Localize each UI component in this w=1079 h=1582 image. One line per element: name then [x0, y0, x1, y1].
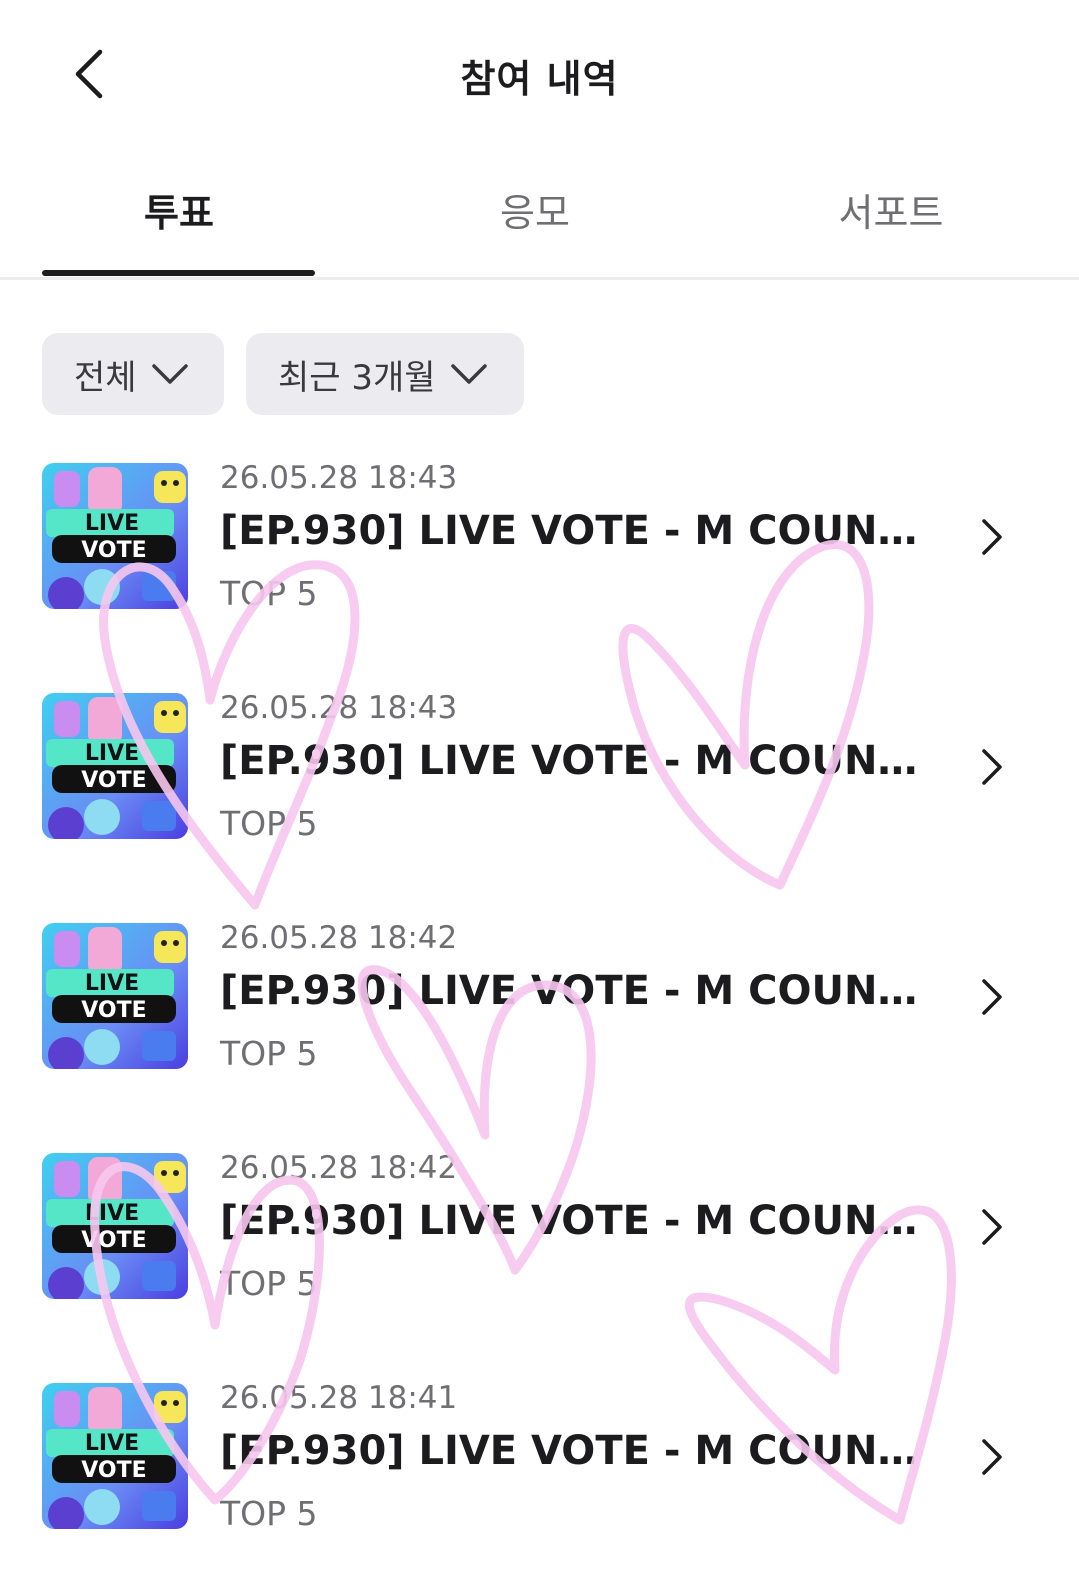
thumb-live-text: LIVE — [85, 1431, 139, 1456]
item-subtitle: TOP 5 — [220, 574, 318, 613]
tab-support[interactable]: 서포트 — [754, 182, 1028, 237]
thumb-live-text: LIVE — [85, 511, 139, 536]
thumb-live-text: LIVE — [85, 971, 139, 996]
item-date: 26.05.28 18:42 — [220, 1150, 458, 1186]
item-date: 26.05.28 18:42 — [220, 920, 458, 956]
chevron-right-icon — [982, 1209, 1002, 1245]
thumb-live-text: LIVE — [85, 1201, 139, 1226]
tab-entry[interactable]: 응모 — [398, 182, 672, 237]
filter-type-dropdown[interactable]: 전체 — [42, 333, 224, 415]
item-date: 26.05.28 18:43 — [220, 460, 458, 496]
live-vote-thumbnail: LIVE VOTE — [42, 463, 188, 609]
item-title: [EP.930] LIVE VOTE - M COUNTDOWN — [220, 508, 940, 554]
chevron-down-icon — [151, 362, 189, 386]
active-tab-indicator — [42, 270, 315, 276]
live-vote-thumbnail: LIVE VOTE — [42, 1153, 188, 1299]
item-title: [EP.930] LIVE VOTE - M COUNTDOWN — [220, 1428, 940, 1474]
page-title: 참여 내역 — [460, 57, 619, 101]
participation-history-page: 참여 내역 투표 응모 서포트 전체 최근 3개월 LIVE VOTE 26.0… — [0, 0, 1079, 1582]
thumb-vote-text: VOTE — [81, 1228, 146, 1253]
list-item[interactable]: LIVE VOTE 26.05.28 18:41 [EP.930] LIVE V… — [0, 1360, 1079, 1560]
live-vote-thumbnail: LIVE VOTE — [42, 923, 188, 1069]
tab-bar: 투표 응모 서포트 — [0, 160, 1079, 280]
item-subtitle: TOP 5 — [220, 1494, 318, 1533]
item-title: [EP.930] LIVE VOTE - M COUNTDOWN — [220, 1198, 940, 1244]
thumb-vote-text: VOTE — [81, 538, 146, 563]
chevron-right-icon — [982, 1439, 1002, 1475]
filter-period-dropdown[interactable]: 최근 3개월 — [246, 333, 524, 415]
thumb-live-text: LIVE — [85, 741, 139, 766]
thumb-vote-text: VOTE — [81, 1458, 146, 1483]
item-subtitle: TOP 5 — [220, 1264, 318, 1303]
list-item[interactable]: LIVE VOTE 26.05.28 18:43 [EP.930] LIVE V… — [0, 440, 1079, 640]
list-item[interactable]: LIVE VOTE 26.05.28 18:42 [EP.930] LIVE V… — [0, 1130, 1079, 1330]
thumb-vote-text: VOTE — [81, 998, 146, 1023]
thumb-vote-text: VOTE — [81, 768, 146, 793]
chevron-right-icon — [982, 519, 1002, 555]
item-date: 26.05.28 18:41 — [220, 1380, 458, 1416]
item-subtitle: TOP 5 — [220, 804, 318, 843]
live-vote-thumbnail: LIVE VOTE — [42, 693, 188, 839]
filter-type-label: 전체 — [74, 357, 137, 398]
chevron-down-icon — [450, 362, 488, 386]
filter-period-label: 최근 3개월 — [278, 357, 436, 398]
item-date: 26.05.28 18:43 — [220, 690, 458, 726]
list-item[interactable]: LIVE VOTE 26.05.28 18:43 [EP.930] LIVE V… — [0, 670, 1079, 870]
item-title: [EP.930] LIVE VOTE - M COUNTDOWN — [220, 968, 940, 1014]
live-vote-thumbnail: LIVE VOTE — [42, 1383, 188, 1529]
item-title: [EP.930] LIVE VOTE - M COUNTDOWN — [220, 738, 940, 784]
header: 참여 내역 — [0, 0, 1079, 150]
chevron-right-icon — [982, 749, 1002, 785]
item-subtitle: TOP 5 — [220, 1034, 318, 1073]
list-item[interactable]: LIVE VOTE 26.05.28 18:42 [EP.930] LIVE V… — [0, 900, 1079, 1100]
chevron-right-icon — [982, 979, 1002, 1015]
tab-vote[interactable]: 투표 — [42, 182, 316, 237]
